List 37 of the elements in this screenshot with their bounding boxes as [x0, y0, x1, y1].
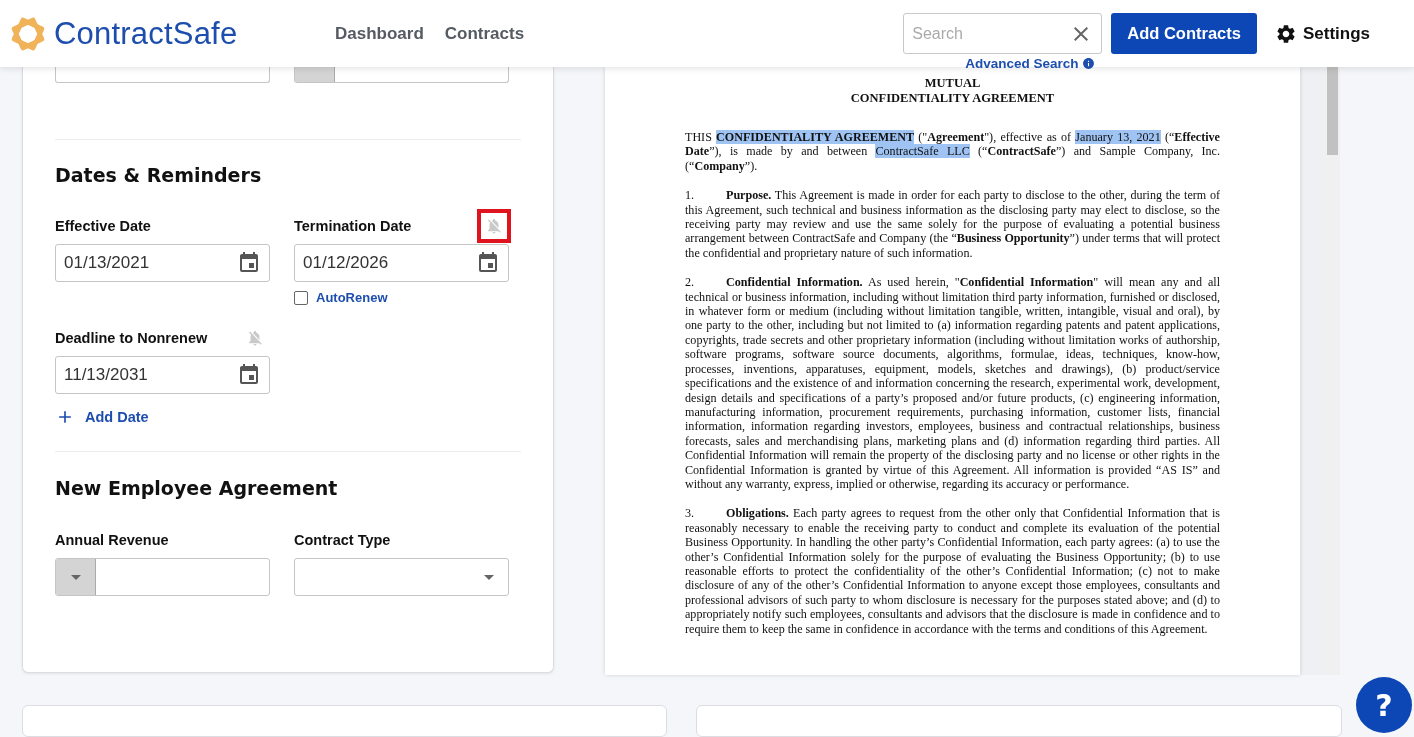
- document-paragraph: 3. Obligations. Each party agrees to request from the other only that Confidential Information that is reasonably necessary to enable the receiving party to conduct and complete its evaluation of the potential Business Opportunity. In handling the other party’s Confidential Information, each party agrees: (a) to use the other’s Confidential Information solely for the purpose of evaluating the Business Opportunity; (b) to use reasonable efforts to protect the confidentiality of the other’s Confidential Information; (c) not to make disclosure of any of the other’s Confidential Information to anyone except those employees, consultants and professional advisors of such party to whom disclosure is necessary for the purposes stated above; and (d) to appropriately notify such employees, consultants and advisors that the disclosure is made in confidence and to require them to keep the same in confidence in accordance with the terms and conditions of this Agreement.: [685, 506, 1220, 636]
- field-label: Annual Revenue: [55, 532, 169, 548]
- document-paragraph: 1. Purpose. This Agreement is made in order for each party to disclose to the other, during the term of this Agreement, such technical and business information as the disclosing party may elect to disclose, so the receiving party may review and use the same solely for the purpose of evaluating a potential business arrangement between ContractSafe and Company (the “Business Opportunity”) under terms that will protect the confidential and proprietary nature of such information.: [685, 188, 1220, 261]
- add-date-link[interactable]: Add Date: [55, 407, 521, 427]
- nav-link[interactable]: Contracts: [444, 23, 525, 44]
- currency-field[interactable]: [294, 67, 509, 83]
- select-field[interactable]: [55, 67, 270, 83]
- calendar-icon[interactable]: [237, 251, 261, 275]
- section-title: Dates & Reminders: [55, 164, 263, 186]
- caret-icon: [70, 574, 81, 580]
- field-label: Contract Type: [294, 532, 391, 548]
- search-field[interactable]: Search: [903, 13, 1103, 54]
- date-field[interactable]: 11/13/2031: [55, 356, 270, 394]
- caret-icon: [484, 574, 494, 580]
- add-contracts-button[interactable]: Add Contracts: [1111, 13, 1257, 54]
- date-field[interactable]: 01/13/2021: [55, 244, 270, 282]
- settings-button[interactable]: Settings: [1274, 22, 1370, 45]
- document-paragraph: THIS CONFIDENTIALITY AGREEMENT ("Agreement"), effective as of January 13, 2021 (“Effective Date”), is made by and between ContractSafe LLC (“ContractSafe”) and Sample Company, Inc. (“Company”).: [685, 130, 1220, 174]
- field-label: Termination Date: [294, 218, 412, 234]
- calendar-icon[interactable]: [476, 251, 500, 275]
- calendar-icon[interactable]: [237, 363, 261, 387]
- select-field[interactable]: [294, 558, 509, 596]
- nav-link[interactable]: Dashboard: [335, 23, 424, 44]
- section-title: New Employee Agreement: [55, 477, 339, 499]
- field-label: Deadline to Nonrenew: [55, 330, 208, 346]
- document-title: MUTUAL CONFIDENTIALITY AGREEMENT: [849, 76, 1056, 105]
- autorenew-checkbox[interactable]: AutoRenew: [294, 290, 509, 305]
- date-field[interactable]: 01/12/2026: [294, 244, 509, 282]
- logo-icon: [10, 15, 46, 52]
- currency-field[interactable]: [55, 558, 270, 596]
- settings-icon: [1274, 22, 1297, 45]
- info-icon: [1082, 57, 1096, 70]
- help-button[interactable]: ?: [1356, 677, 1412, 733]
- document-paragraph: 2. Confidential Information. As used herein, "Confidential Information" will mean any and all technical or business information, including without limitation third party information, furnished or disclosed, in whatever form or medium (including without limitation tangible, written, intangible, visual and oral), by one party to the other, including but not limited to (a) information regarding patents and patent applications, copyrights, trade secrets and other proprietary information (including without limitation works of authorship, software programs, software source documents, algorithms, formulae, ideas, techniques, know-how, processes, inventions, apparatuses, equipment, models, sketches and drawings), (b) product/service specifications and the existence of and information concerning the research, experimental work, development, design details and specifications of a party’s proposed and/or future products, (c) engineering information, manufacturing information, procurement requirements, purchasing information, customer lists, financial information, information regarding investors, employees, business and contractual relationships, business forecasts, sales and merchandising plans, marketing plans and (d) information regarding third parties. All Confidential Information will remain the property of the disclosing party and no license or other rights in the Confidential Information is granted by virtue of this Agreement. All information is provided “AS IS” and without any warranty, express, implied or otherwise, regarding its accuracy or performance.: [685, 275, 1220, 492]
- advanced-search-link[interactable]: Advanced Search: [965, 56, 1096, 71]
- field-label: Effective Date: [55, 218, 151, 234]
- logo-text[interactable]: ContractSafe: [54, 15, 238, 52]
